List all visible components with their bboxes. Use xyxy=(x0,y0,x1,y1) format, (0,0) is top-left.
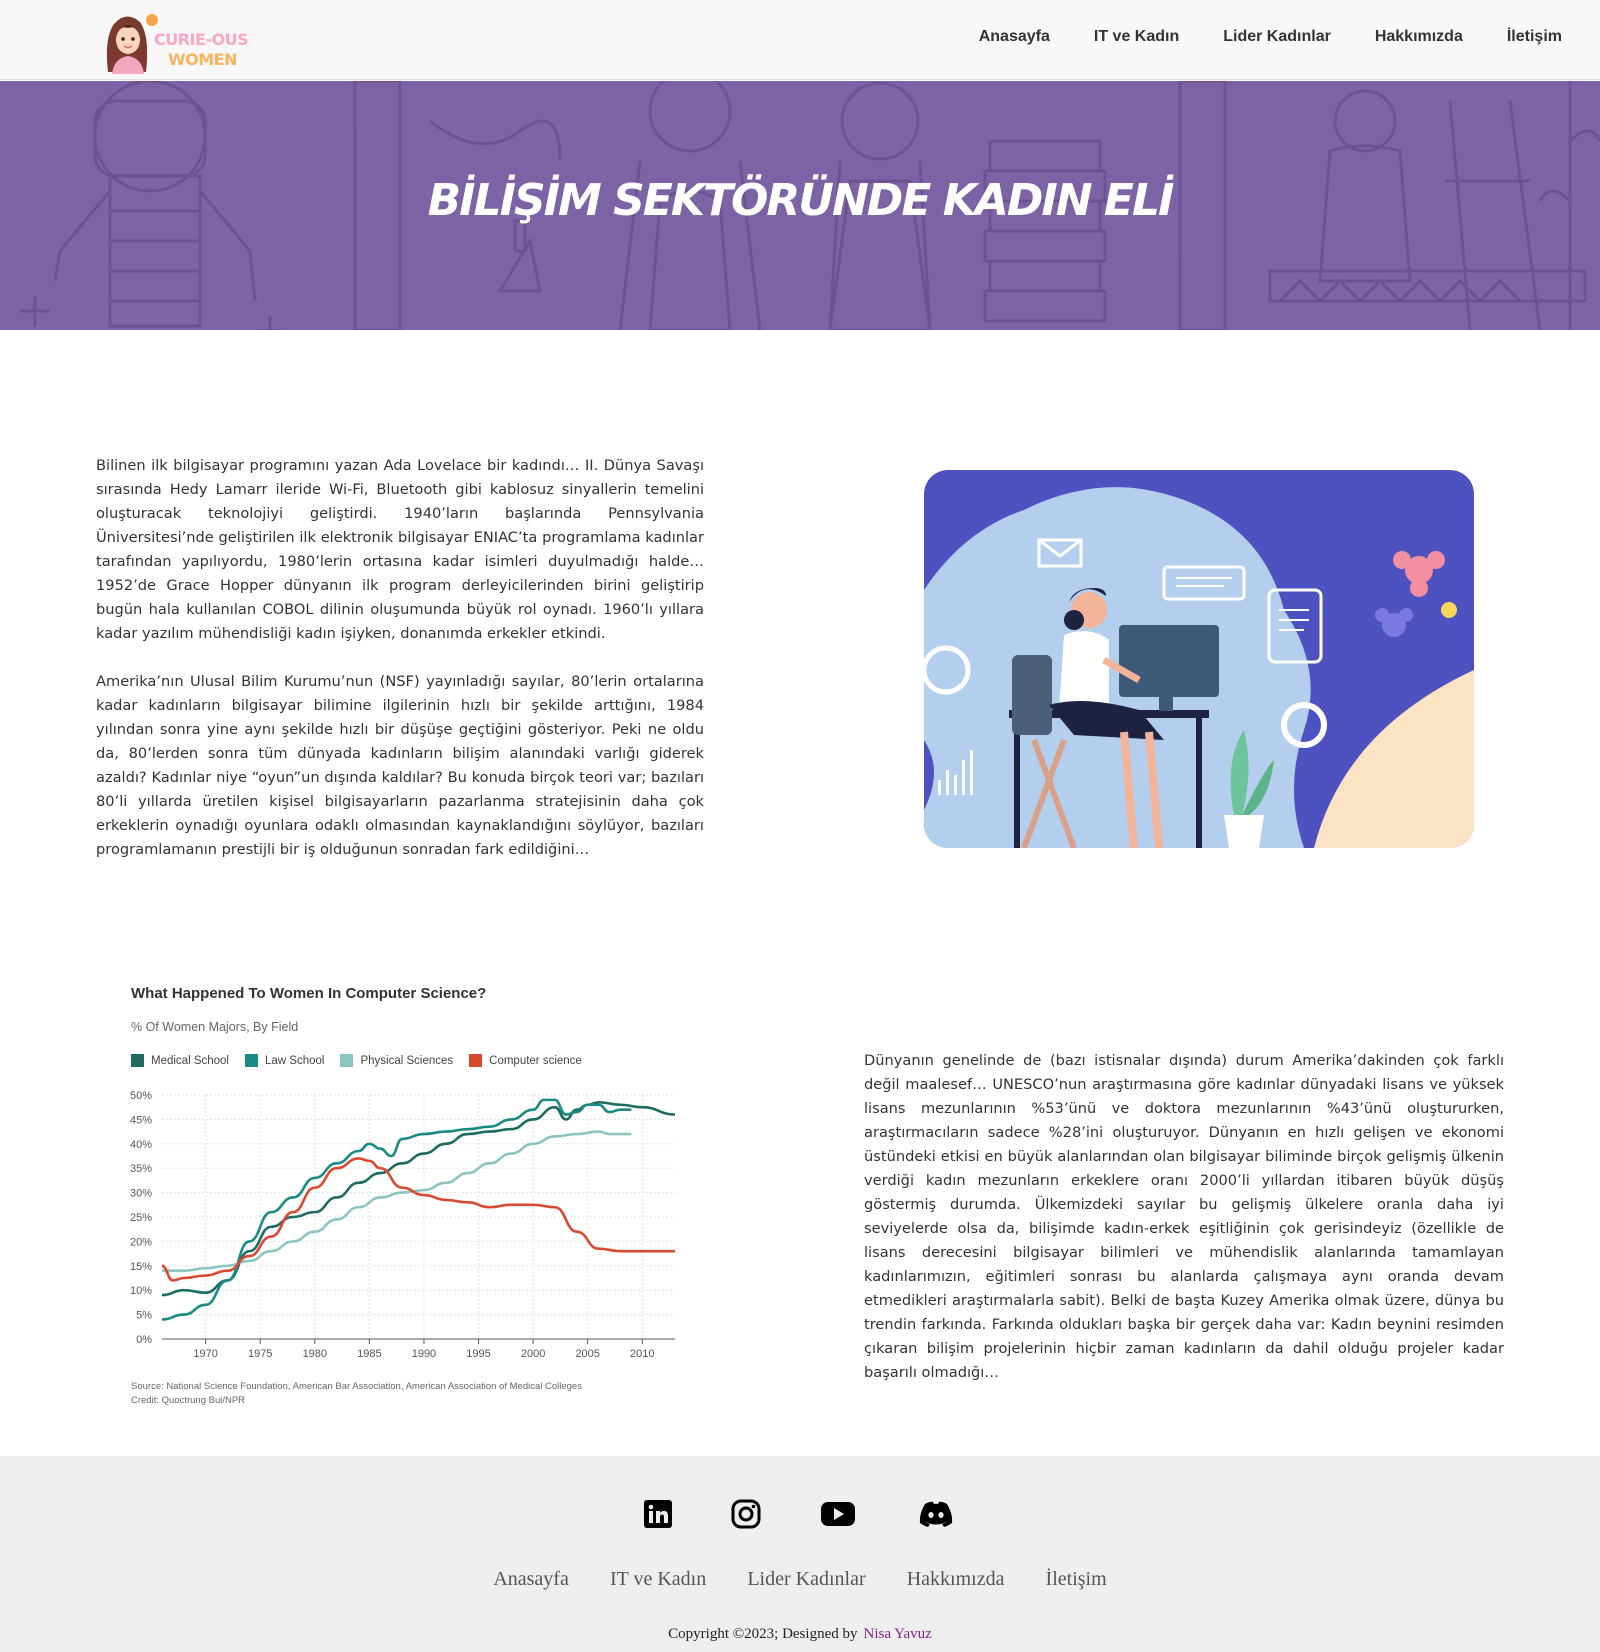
footer-link-anasayfa[interactable]: Anasayfa xyxy=(493,1568,569,1590)
nav-link-anasayfa[interactable]: Anasayfa xyxy=(979,28,1050,46)
x-tick-label: 1980 xyxy=(303,1348,327,1360)
instagram-icon[interactable] xyxy=(728,1496,764,1532)
logo-girl-icon xyxy=(106,14,158,74)
series-line-computer-science xyxy=(161,1157,675,1282)
series-line-physical-sciences xyxy=(162,1130,632,1272)
woman-at-computer-illustration xyxy=(924,470,1474,848)
x-tick-label: 1995 xyxy=(466,1348,490,1360)
women-cs-chart: What Happened To Women In Computer Scien… xyxy=(120,985,690,1408)
y-tick-label: 45% xyxy=(130,1114,152,1126)
chart-credit-line: Credit: Quoctrung Bui/NPR xyxy=(131,1395,246,1406)
nav-menu: Anasayfa IT ve Kadın Lider Kadınlar Hakk… xyxy=(935,28,1562,46)
y-tick-label: 30% xyxy=(130,1188,152,1200)
x-tick-label: 1975 xyxy=(248,1348,272,1360)
y-tick-label: 35% xyxy=(130,1163,152,1175)
footer-nav: Anasayfa IT ve Kadın Lider Kadınlar Hakk… xyxy=(0,1568,1600,1591)
x-tick-label: 2010 xyxy=(630,1348,654,1360)
nav-link-hakkimizda[interactable]: Hakkımızda xyxy=(1375,28,1463,46)
nav-link-it-ve-kadin[interactable]: IT ve Kadın xyxy=(1094,28,1179,46)
world-situation-paragraph: Dünyanın genelinde de (bazı istisnalar d… xyxy=(864,1052,1504,1381)
author-link[interactable]: Nisa Yavuz xyxy=(863,1626,931,1642)
chart-plot: 0% 5% 10% 15% 20% 25% 30% 35% 40% 45% 50% 1970 1975 1… xyxy=(130,1090,676,1360)
footer-link-iletisim[interactable]: İletişim xyxy=(1046,1568,1107,1590)
youtube-icon[interactable] xyxy=(820,1496,856,1532)
footer-link-lider-kadinlar[interactable]: Lider Kadınlar xyxy=(747,1568,865,1590)
footer-link-it-ve-kadin[interactable]: IT ve Kadın xyxy=(610,1568,706,1590)
discord-icon[interactable] xyxy=(918,1496,954,1532)
y-tick-label: 20% xyxy=(130,1236,152,1248)
y-tick-label: 15% xyxy=(130,1261,152,1273)
logo-line2: WOMEN xyxy=(168,50,238,69)
intro-paragraph-1: Bilinen ilk bilgisayar programını yazan … xyxy=(96,457,704,642)
site-logo[interactable]: CURIE-OUS WOMEN xyxy=(100,8,255,74)
logo-text: CURIE-OUS WOMEN xyxy=(154,30,249,70)
x-tick-label: 1970 xyxy=(193,1348,217,1360)
logo-line1: CURIE-OUS xyxy=(154,30,249,49)
chart-source: Source: National Science Foundation, Ame… xyxy=(131,1380,582,1408)
nav-link-iletisim[interactable]: İletişim xyxy=(1507,28,1562,46)
page-title: BİLİŞİM SEKTÖRÜNDE KADIN ELİ xyxy=(427,175,1175,226)
footer: Anasayfa IT ve Kadın Lider Kadınlar Hakk… xyxy=(0,1456,1600,1652)
footer-link-hakkimizda[interactable]: Hakkımızda xyxy=(907,1568,1005,1590)
y-tick-label: 25% xyxy=(130,1212,152,1224)
hero-banner: BİLİŞİM SEKTÖRÜNDE KADIN ELİ xyxy=(0,81,1600,330)
chart-source-line: Source: National Science Foundation, Ame… xyxy=(131,1381,582,1392)
copyright-text: Copyright ©2023; Designed by xyxy=(668,1626,858,1642)
nav-link-lider-kadinlar[interactable]: Lider Kadınlar xyxy=(1223,28,1331,46)
x-tick-label: 1990 xyxy=(412,1348,436,1360)
intro-paragraph-2: Amerika’nın Ulusal Bilim Kurumu’nun (NSF… xyxy=(96,673,704,858)
navbar: CURIE-OUS WOMEN Anasayfa IT ve Kadın Lid… xyxy=(0,0,1600,80)
y-tick-label: 0% xyxy=(136,1334,152,1346)
x-tick-label: 1985 xyxy=(357,1348,381,1360)
y-tick-label: 40% xyxy=(130,1139,152,1151)
x-tick-label: 2000 xyxy=(521,1348,545,1360)
x-tick-label: 2005 xyxy=(575,1348,599,1360)
linkedin-icon[interactable] xyxy=(640,1496,676,1532)
y-tick-label: 5% xyxy=(136,1310,152,1322)
y-tick-label: 50% xyxy=(130,1090,152,1102)
copyright: Copyright ©2023; Designed by Nisa Yavuz xyxy=(0,1626,1600,1643)
y-tick-label: 10% xyxy=(130,1285,152,1297)
